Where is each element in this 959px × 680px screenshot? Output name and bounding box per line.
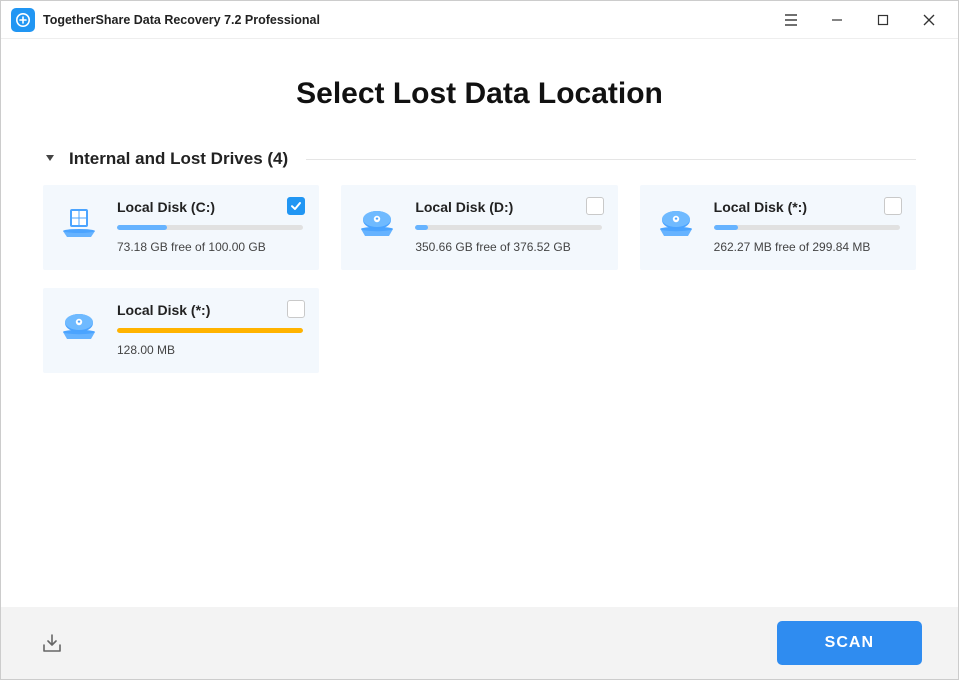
drive-grid: Local Disk (C:) 73.18 GB free of 100.00 G… <box>43 185 916 373</box>
page-title: Select Lost Data Location <box>43 77 916 111</box>
disk-drive-icon <box>656 199 700 254</box>
maximize-button[interactable] <box>860 1 906 39</box>
usage-bar <box>415 225 601 230</box>
import-button[interactable] <box>37 628 67 658</box>
drive-checkbox[interactable] <box>287 197 305 215</box>
drive-name: Local Disk (*:) <box>117 302 303 318</box>
app-window: TogetherShare Data Recovery 7.2 Professi… <box>0 0 959 680</box>
main-content: Select Lost Data Location Internal and L… <box>1 39 958 607</box>
menu-button[interactable] <box>768 1 814 39</box>
drive-name: Local Disk (C:) <box>117 199 303 215</box>
drive-info: Local Disk (*:) 262.27 MB free of 299.84 … <box>714 199 900 254</box>
drive-card[interactable]: Local Disk (C:) 73.18 GB free of 100.00 G… <box>43 185 319 270</box>
close-icon <box>923 14 935 26</box>
drive-free-text: 128.00 MB <box>117 343 303 357</box>
drive-card[interactable]: Local Disk (*:) 262.27 MB free of 299.84 … <box>640 185 916 270</box>
app-logo-icon <box>11 8 35 32</box>
usage-bar <box>117 328 303 333</box>
drive-name: Local Disk (*:) <box>714 199 900 215</box>
drive-name: Local Disk (D:) <box>415 199 601 215</box>
menu-icon <box>784 14 798 26</box>
section-title: Internal and Lost Drives (4) <box>69 149 288 169</box>
drive-checkbox[interactable] <box>287 300 305 318</box>
minimize-icon <box>831 14 843 26</box>
drive-info: Local Disk (C:) 73.18 GB free of 100.00 G… <box>117 199 303 254</box>
section-header[interactable]: Internal and Lost Drives (4) <box>43 149 916 169</box>
usage-bar-fill <box>117 225 167 230</box>
disk-drive-icon <box>59 302 103 357</box>
drive-free-text: 350.66 GB free of 376.52 GB <box>415 240 601 254</box>
import-icon <box>41 632 63 654</box>
usage-bar <box>117 225 303 230</box>
scan-button[interactable]: SCAN <box>777 621 922 665</box>
disk-drive-icon <box>357 199 401 254</box>
collapse-caret-icon <box>43 155 57 163</box>
minimize-button[interactable] <box>814 1 860 39</box>
drive-free-text: 262.27 MB free of 299.84 MB <box>714 240 900 254</box>
usage-bar-fill <box>415 225 428 230</box>
drive-card[interactable]: Local Disk (*:) 128.00 MB <box>43 288 319 373</box>
windows-drive-icon <box>59 199 103 254</box>
maximize-icon <box>877 14 889 26</box>
drive-info: Local Disk (D:) 350.66 GB free of 376.52 … <box>415 199 601 254</box>
titlebar: TogetherShare Data Recovery 7.2 Professi… <box>1 1 958 39</box>
drive-free-text: 73.18 GB free of 100.00 GB <box>117 240 303 254</box>
footer: SCAN <box>1 607 958 679</box>
check-icon <box>290 200 302 212</box>
usage-bar-fill <box>714 225 738 230</box>
drive-info: Local Disk (*:) 128.00 MB <box>117 302 303 357</box>
drive-checkbox[interactable] <box>884 197 902 215</box>
usage-bar <box>714 225 900 230</box>
close-button[interactable] <box>906 1 952 39</box>
drive-card[interactable]: Local Disk (D:) 350.66 GB free of 376.52 … <box>341 185 617 270</box>
usage-bar-fill <box>117 328 303 333</box>
app-title: TogetherShare Data Recovery 7.2 Professi… <box>43 13 320 27</box>
section-divider <box>306 159 916 160</box>
drive-checkbox[interactable] <box>586 197 604 215</box>
